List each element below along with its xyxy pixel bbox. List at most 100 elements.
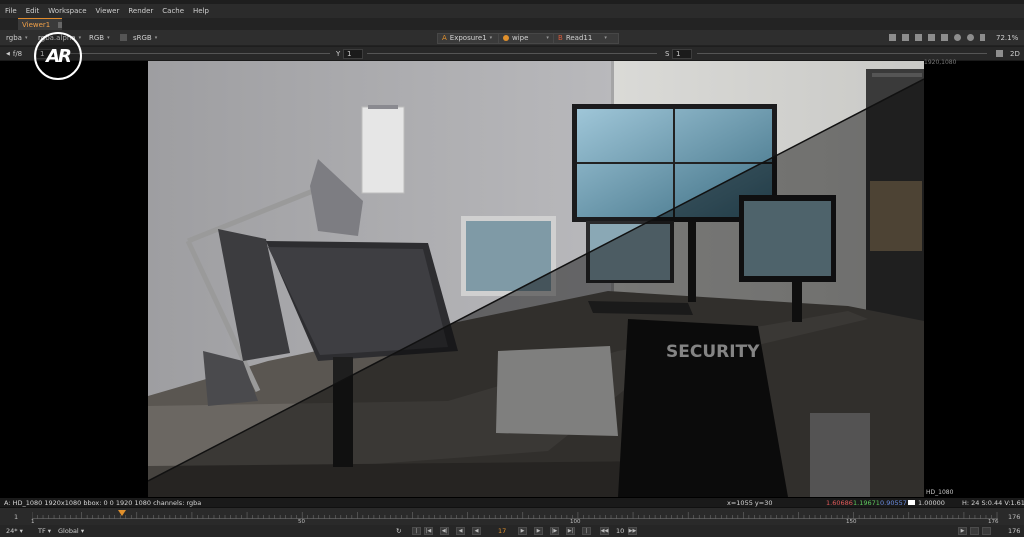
pause-icon[interactable] [980,34,985,41]
cursor-coords: x=1055 y=30 [727,499,773,507]
gamma-slider[interactable] [367,53,657,54]
range-mode-value: Global [58,527,79,535]
playback-bar: 24* ▾ TF ▾ Global ▾ ↻ | |◀ ◀| ◀ ◀ 17 ▶ ▶… [0,525,1024,537]
menu-cache[interactable]: Cache [162,7,184,15]
next-keyframe-icon[interactable]: |▶ [550,527,559,535]
prev-keyframe-icon[interactable]: ◀| [440,527,449,535]
flipbook-icon[interactable]: ▶ [958,527,967,535]
lock-icon[interactable] [982,527,991,535]
s-label: S [665,49,669,59]
view-mode-dropdown[interactable]: 2D [1010,49,1020,59]
menu-bar: File Edit Workspace Viewer Render Cache … [0,4,1024,18]
playhead-marker[interactable] [118,510,126,516]
image-info: A: HD_1080 1920x1080 bbox: 0 0 1920 1080… [4,499,202,507]
chevron-down-icon: ▾ [24,35,28,41]
wipe-icon [503,35,509,41]
format-label-top: 1920,1080 [924,59,957,66]
sun-icon[interactable] [915,34,922,41]
step-back-icon[interactable]: ◀ [456,527,465,535]
chevron-down-icon: ▾ [107,35,110,41]
tf-value: TF [38,527,46,535]
increment-field[interactable]: 10 [616,527,624,535]
globe-icon[interactable] [954,34,961,41]
compare-mode-name: wipe [512,34,529,42]
lut-dropdown[interactable]: sRGB ▾ [133,33,157,43]
lut-icon[interactable] [120,34,127,41]
chevron-down-icon: ▾ [604,35,607,41]
timeline-end-field[interactable]: 176 [1008,513,1020,521]
fstop-value: f/8 [12,50,23,58]
input-b-name: Read11 [565,34,593,42]
clip-icon[interactable] [902,34,909,41]
color-swatch [908,500,915,505]
fps-value: 24* [6,527,18,535]
y-value: 1 [347,50,352,58]
menu-viewer[interactable]: Viewer [96,7,120,15]
input-a-name: Exposure1 [449,34,487,42]
menu-file[interactable]: File [5,7,17,15]
view-mode-icon [996,50,1003,57]
input-b-dropdown[interactable]: B Read11 ▾ [553,32,619,44]
last-frame-button[interactable]: | [582,527,591,535]
y-label: Y [336,49,340,59]
play-backward-icon[interactable]: ◀ [472,527,481,535]
menu-help[interactable]: Help [193,7,209,15]
current-frame-field[interactable]: 17 [498,527,506,535]
timeline-ruler[interactable] [31,511,998,519]
fps-dropdown[interactable]: 24* ▾ [6,527,23,535]
menu-render[interactable]: Render [128,7,153,15]
layers-icon[interactable] [941,34,948,41]
jump-back-icon[interactable]: ◀◀ [600,527,609,535]
roi-icon[interactable] [889,34,896,41]
s-field[interactable]: 1 [672,49,692,59]
loop-icon[interactable]: ↻ [396,527,401,535]
settings-icon[interactable] [967,34,974,41]
office-photo: SECURITY [148,61,924,497]
zoom-readout[interactable]: 72.1% [996,33,1018,43]
red-value: 1.60686 [826,499,853,507]
skip-back-icon[interactable]: |◀ [424,527,433,535]
chevron-left-icon: ◀ [6,51,10,57]
view-mode-value: 2D [1010,50,1020,58]
format-label-bottom: HD_1080 [926,489,954,496]
viewer-image[interactable]: SECURITY [148,61,924,497]
close-icon[interactable] [58,21,62,28]
jump-forward-icon[interactable]: ▶▶ [628,527,637,535]
pixel-info-bar: A: HD_1080 1920x1080 bbox: 0 0 1920 1080… [0,498,1024,507]
hsv-value: H: 24 S:0.44 V:1.61 [962,499,1024,507]
tab-viewer1[interactable]: Viewer1 [18,18,62,30]
chevron-down-icon: ▾ [546,35,549,41]
timeline-ticks [31,512,998,519]
timeline[interactable]: 1 1 50 100 150 176 176 [0,507,1024,525]
skip-forward-icon[interactable]: ▶| [566,527,575,535]
tf-dropdown[interactable]: TF ▾ [38,527,51,535]
green-value: 1.19671 [853,499,880,507]
compare-mode-dropdown[interactable]: wipe ▾ [498,32,558,44]
s-value: 1 [676,50,681,58]
menu-workspace[interactable]: Workspace [48,7,86,15]
timeline-start-field[interactable]: 1 [14,513,18,521]
chevron-down-icon: ▾ [78,35,82,41]
saturation-slider[interactable] [697,53,987,54]
step-forward-icon[interactable]: ▶ [534,527,543,535]
y-label-text: Y [336,50,341,58]
lut-value: sRGB [133,34,152,42]
colorspace-value: RGB [89,34,105,42]
record-icon[interactable] [970,527,979,535]
end-frame-field[interactable]: 176 [1008,527,1020,535]
gain-slider[interactable] [60,53,330,54]
tab-row: Viewer1 [0,18,1024,30]
input-a-dropdown[interactable]: A Exposure1 ▾ [437,32,503,44]
y-field[interactable]: 1 [343,49,363,59]
fstop-control[interactable]: ◀ f/8 [6,49,22,59]
first-frame-button[interactable]: | [412,527,421,535]
range-mode-dropdown[interactable]: Global ▾ [58,527,84,535]
monitor-icon[interactable] [928,34,935,41]
play-forward-icon[interactable]: ▶ [518,527,527,535]
chevron-down-icon: ▾ [154,35,158,41]
colorspace-dropdown[interactable]: RGB ▾ [89,33,110,43]
input-b-letter: B [558,34,563,42]
channels-dropdown[interactable]: rgba ▾ [6,33,27,43]
tab-viewer1-label: Viewer1 [22,20,51,29]
menu-edit[interactable]: Edit [26,7,40,15]
